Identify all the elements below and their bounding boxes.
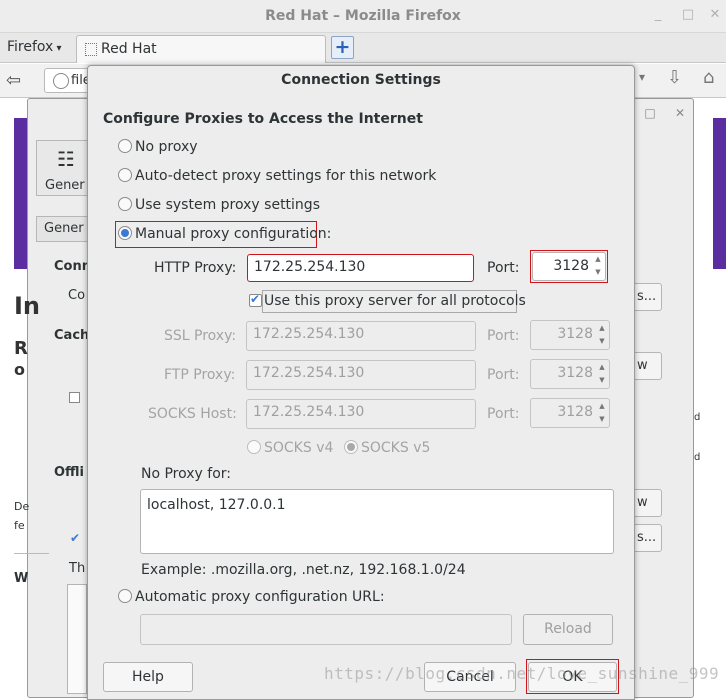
auto-proxy-url-radio[interactable] bbox=[118, 589, 132, 603]
watermark-text: https://blog.csdn.net/love_sunshine_999 bbox=[324, 664, 720, 683]
ftp-proxy-label: FTP Proxy: bbox=[164, 367, 236, 383]
text-fragment-d1: d bbox=[694, 412, 701, 423]
ftp-port-value: 3128 bbox=[557, 365, 593, 381]
no-proxy-radio[interactable] bbox=[118, 139, 132, 153]
page-icon bbox=[85, 43, 97, 56]
minimize-icon[interactable]: _ bbox=[651, 8, 665, 22]
cache-checkbox[interactable] bbox=[69, 392, 80, 403]
page-text-fragment-w: W bbox=[14, 571, 29, 586]
sliders-icon: ☷ bbox=[57, 147, 75, 171]
page-banner-right bbox=[713, 118, 726, 269]
system-proxy-radio[interactable] bbox=[118, 197, 132, 211]
ssl-port-value: 3128 bbox=[557, 326, 593, 342]
spin-up-icon[interactable]: ▲ bbox=[597, 363, 607, 371]
socks-port-input[interactable]: 3128 ▲ ▼ bbox=[530, 398, 610, 428]
configure-label: Co bbox=[68, 288, 86, 303]
chevron-down-icon[interactable]: ▾ bbox=[639, 70, 645, 84]
spin-down-icon[interactable]: ▼ bbox=[597, 337, 607, 345]
auto-proxy-url-label: Automatic proxy configuration URL: bbox=[135, 589, 385, 605]
http-proxy-input[interactable]: 172.25.254.130 bbox=[247, 254, 474, 282]
ssl-proxy-label: SSL Proxy: bbox=[164, 328, 237, 344]
socks-port-value: 3128 bbox=[557, 404, 593, 420]
download-arrow-icon[interactable]: ⇩ bbox=[667, 67, 682, 88]
socks-host-label: SOCKS Host: bbox=[148, 406, 237, 422]
ftp-port-label: Port: bbox=[487, 367, 520, 383]
offline-text-fragment: Th bbox=[69, 561, 86, 576]
no-proxy-for-textarea[interactable]: localhost, 127.0.0.1 bbox=[140, 489, 614, 554]
page-heading-fragment: In bbox=[14, 292, 41, 320]
spin-up-icon[interactable]: ▲ bbox=[593, 255, 603, 263]
socks-v5-label: SOCKS v5 bbox=[361, 440, 431, 456]
window-titlebar: Red Hat – Mozilla Firefox bbox=[0, 0, 726, 33]
check-icon[interactable]: ✔ bbox=[70, 531, 80, 545]
manual-proxy-label: Manual proxy configuration: bbox=[135, 226, 332, 242]
ssl-port-input[interactable]: 3128 ▲ ▼ bbox=[530, 320, 610, 350]
maximize-icon[interactable]: □ bbox=[681, 8, 695, 22]
page-text-fragment-fe: fe bbox=[14, 519, 25, 532]
manual-proxy-radio[interactable] bbox=[118, 226, 132, 240]
configure-proxies-heading: Configure Proxies to Access the Internet bbox=[103, 111, 423, 127]
use-for-all-protocols-checkbox[interactable] bbox=[249, 292, 262, 307]
auto-detect-label: Auto-detect proxy settings for this netw… bbox=[135, 168, 437, 184]
general-subtab-label: Gener bbox=[44, 221, 84, 236]
no-proxy-for-label: No Proxy for: bbox=[141, 466, 232, 482]
close-icon[interactable]: ✕ bbox=[708, 8, 722, 22]
no-proxy-example-text: Example: .mozilla.org, .net.nz, 192.168.… bbox=[141, 562, 466, 578]
ssl-proxy-input[interactable]: 172.25.254.130 bbox=[246, 321, 476, 351]
http-port-value: 3128 bbox=[553, 258, 589, 274]
cache-heading: Cach bbox=[54, 328, 90, 343]
socks-port-label: Port: bbox=[487, 406, 520, 422]
ftp-port-input[interactable]: 3128 ▲ ▼ bbox=[530, 359, 610, 389]
socks-v4-radio[interactable] bbox=[247, 440, 261, 454]
ftp-proxy-input[interactable]: 172.25.254.130 bbox=[246, 360, 476, 390]
general-tab-label: Gener bbox=[45, 178, 85, 193]
dialog-title: Connection Settings bbox=[281, 72, 441, 88]
connection-heading: Conn bbox=[54, 259, 91, 274]
socks-v4-label: SOCKS v4 bbox=[264, 440, 334, 456]
close-icon[interactable]: ✕ bbox=[673, 106, 687, 120]
page-banner-left bbox=[14, 118, 27, 269]
firefox-menu-label: Firefox bbox=[7, 39, 54, 55]
page-text-fragment-r: R bbox=[14, 338, 28, 359]
system-proxy-label: Use system proxy settings bbox=[135, 197, 320, 213]
spin-down-icon[interactable]: ▼ bbox=[593, 268, 603, 276]
spin-down-icon[interactable]: ▼ bbox=[597, 376, 607, 384]
offline-heading: Offli bbox=[54, 465, 85, 480]
page-text-fragment-o: o bbox=[14, 360, 25, 379]
socks-v5-radio[interactable] bbox=[344, 440, 358, 454]
no-proxy-label: No proxy bbox=[135, 139, 198, 155]
maximize-icon[interactable]: □ bbox=[643, 106, 657, 120]
text-fragment-d2: d bbox=[694, 452, 701, 463]
chevron-down-icon: ▾ bbox=[53, 43, 62, 54]
globe-icon bbox=[53, 73, 69, 89]
tab-red-hat[interactable]: Red Hat bbox=[76, 35, 326, 63]
page-text-fragment-de: De bbox=[14, 500, 30, 513]
socks-host-input[interactable]: 172.25.254.130 bbox=[246, 399, 476, 429]
home-icon[interactable]: ⌂ bbox=[703, 67, 714, 88]
spin-up-icon[interactable]: ▲ bbox=[597, 324, 607, 332]
auto-detect-radio[interactable] bbox=[118, 168, 132, 182]
spin-up-icon[interactable]: ▲ bbox=[597, 402, 607, 410]
auto-proxy-url-input[interactable] bbox=[140, 614, 512, 645]
help-button[interactable]: Help bbox=[103, 662, 193, 692]
offline-list[interactable] bbox=[67, 584, 87, 694]
divider bbox=[14, 553, 49, 554]
reload-button[interactable]: Reload bbox=[523, 614, 613, 645]
spin-down-icon[interactable]: ▼ bbox=[597, 415, 607, 423]
window-title: Red Hat – Mozilla Firefox bbox=[265, 8, 461, 24]
tab-label: Red Hat bbox=[101, 41, 157, 57]
use-for-all-protocols-label: Use this proxy server for all protocols bbox=[264, 293, 526, 309]
http-port-input[interactable]: 3128 ▲ ▼ bbox=[532, 252, 606, 281]
firefox-menu-button[interactable]: Firefox ▾ bbox=[7, 39, 62, 55]
new-tab-button[interactable]: + bbox=[331, 36, 354, 59]
back-arrow-icon[interactable]: ⇦ bbox=[6, 70, 21, 91]
http-proxy-label: HTTP Proxy: bbox=[154, 260, 237, 276]
ssl-port-label: Port: bbox=[487, 328, 520, 344]
http-port-label: Port: bbox=[487, 260, 520, 276]
